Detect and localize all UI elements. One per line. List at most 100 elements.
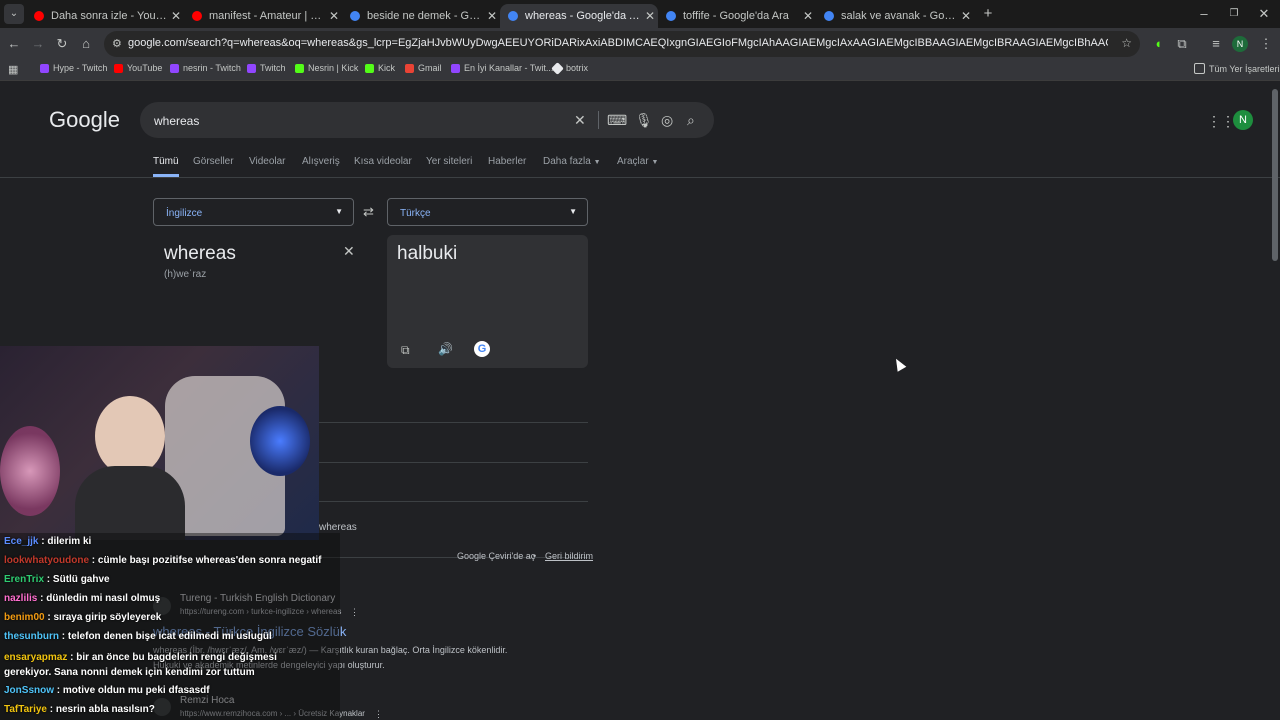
bookmark-item[interactable]: YouTube [114, 63, 162, 73]
source-text-panel[interactable]: whereas (h)weˈraz ✕ [153, 233, 368, 353]
menu-kebab-icon[interactable]: ⋮ [1256, 34, 1276, 54]
chat-message: nazlilis : dünledin mi nasıl olmuş [4, 593, 161, 604]
new-tab-button[interactable]: + [978, 4, 998, 24]
swap-languages-icon[interactable]: ⇄ [363, 204, 374, 220]
window-close-icon[interactable]: ✕ [1254, 4, 1274, 24]
tab-news[interactable]: Haberler [488, 156, 526, 167]
source-word-link[interactable]: whereas [319, 522, 357, 533]
google-apps-icon[interactable]: ⋮⋮ [1207, 113, 1235, 130]
more-options-icon[interactable]: ⋮ [350, 607, 359, 618]
chat-message: ErenTrix : Sütlü gahve [4, 574, 110, 585]
chat-user: JonSsnow [4, 685, 55, 696]
browser-toolbar: ← → ↻ ⌂ ⚙ google.com/search?q=whereas&oq… [0, 28, 1280, 60]
all-bookmarks-button[interactable]: Tüm Yer İşaretleri [1194, 63, 1280, 74]
chat-text: cümle başı pozitifse whereas'den sonra n… [97, 555, 322, 566]
gmail-icon [405, 63, 414, 73]
google-g-icon[interactable]: G [474, 341, 490, 357]
tab-shopping[interactable]: Alışveriş [302, 156, 340, 167]
bookmark-item[interactable]: nesrin - Twitch [170, 63, 241, 73]
phonetic-text: (h)weˈraz [164, 269, 207, 280]
clear-source-icon[interactable]: ✕ [343, 243, 355, 260]
more-options-icon[interactable]: ⋮ [374, 709, 383, 720]
browser-tab[interactable]: Daha sonra izle - YouTube ✕ [26, 4, 184, 28]
restore-icon[interactable]: ❐ [1224, 4, 1244, 24]
kick-icon [295, 63, 304, 73]
open-in-translate-link[interactable]: Google Çeviri'de aç [457, 551, 535, 561]
twitch-icon [40, 63, 49, 73]
home-icon[interactable]: ⌂ [76, 34, 96, 54]
caret-down-icon: ▼ [593, 159, 601, 166]
tab-more[interactable]: Daha fazla ▼ [543, 156, 601, 167]
browser-tab[interactable]: beside ne demek - Google'da Ara✕ [342, 4, 500, 28]
close-icon[interactable]: ✕ [958, 9, 974, 23]
profile-avatar[interactable]: N [1232, 36, 1248, 52]
feedback-link[interactable]: Geri bildirim [545, 551, 593, 561]
browser-tab[interactable]: salak ve avanak - Google'da Ara✕ [816, 4, 974, 28]
tab-tools[interactable]: Araçlar ▼ [617, 156, 658, 167]
search-input[interactable]: whereas [154, 114, 199, 128]
site-info-icon[interactable]: ⚙ [112, 37, 122, 50]
bookmark-star-icon[interactable]: ☆ [1121, 36, 1132, 50]
target-language-select[interactable]: Türkçe ▼ [387, 198, 588, 226]
close-icon[interactable]: ✕ [800, 9, 816, 23]
bookmark-label: botrix [566, 63, 589, 73]
tab-videos[interactable]: Videolar [249, 156, 286, 167]
dot-separator: • [533, 551, 537, 561]
close-icon[interactable]: ✕ [326, 9, 342, 23]
google-favicon-icon [824, 11, 834, 21]
speaker-icon[interactable]: 🔊 [438, 342, 453, 356]
tab-more-label: Daha fazla [543, 156, 591, 167]
source-text[interactable]: whereas [164, 243, 236, 265]
browser-tab[interactable]: toffife - Google'da Ara ✕ [658, 4, 816, 28]
bookmark-item[interactable]: Gmail [405, 63, 442, 73]
keyboard-icon[interactable]: ⌨ [607, 112, 627, 129]
mic-icon[interactable]: 🎙 [635, 112, 653, 129]
search-box[interactable]: whereas ✕ ⌨ 🎙 ◎ ⌕ [140, 102, 714, 138]
tab-images[interactable]: Görseller [193, 156, 234, 167]
chat-text: sıraya girip söyleyerek [53, 612, 162, 623]
url-text[interactable]: google.com/search?q=whereas&oq=whereas&g… [128, 37, 1108, 49]
bookmark-item[interactable]: Nesrin | Kick [295, 63, 358, 73]
google-favicon-icon [508, 11, 518, 21]
bookmark-item[interactable]: botrix [551, 61, 589, 75]
bookmark-label: Gmail [418, 63, 442, 73]
bookmark-label: Hype - Twitch [53, 63, 108, 73]
tab-search-button[interactable]: ⌄ [4, 4, 24, 24]
chat-message: lookwhatyoudone : cümle başı pozitifse w… [4, 555, 322, 566]
browser-tab-active[interactable]: whereas - Google'da Ara ✕ [500, 4, 658, 28]
copy-icon[interactable]: ⧉ [401, 343, 410, 358]
close-icon[interactable]: ✕ [484, 9, 500, 23]
media-controls-icon[interactable]: ≡ [1206, 34, 1226, 54]
chat-user: lookwhatyoudone [4, 555, 89, 566]
chat-user: nazlilis [4, 593, 38, 604]
close-icon[interactable]: ✕ [168, 9, 184, 23]
minimize-icon[interactable]: – [1194, 4, 1214, 24]
bookmark-item[interactable]: Kick [365, 63, 395, 73]
forward-icon[interactable]: → [28, 34, 48, 54]
close-icon[interactable]: ✕ [642, 9, 658, 23]
lens-icon[interactable]: ◎ [661, 112, 673, 129]
search-icon[interactable]: ⌕ [687, 112, 695, 129]
source-language-select[interactable]: İngilizce ▼ [153, 198, 354, 226]
tab-places[interactable]: Yer siteleri [426, 156, 472, 167]
back-icon[interactable]: ← [4, 34, 24, 54]
reload-icon[interactable]: ↻ [52, 34, 72, 54]
audio-playing-icon[interactable]: ◖ [1148, 34, 1168, 54]
page-scrollbar[interactable] [1272, 89, 1278, 261]
account-avatar[interactable]: N [1233, 110, 1253, 130]
bookmark-item[interactable]: Twitch [247, 63, 286, 73]
tab-short-videos[interactable]: Kısa videolar [354, 156, 412, 167]
divider [598, 111, 599, 129]
address-bar[interactable]: ⚙ google.com/search?q=whereas&oq=whereas… [104, 31, 1140, 57]
extensions-icon[interactable]: ⧉ [1172, 34, 1192, 54]
tab-tools-label: Araçlar [617, 156, 649, 167]
google-logo[interactable]: Google [49, 107, 120, 133]
tab-all[interactable]: Tümü [153, 156, 179, 177]
browser-tab[interactable]: manifest - Amateur | Official Mu✕ [184, 4, 342, 28]
tab-title: beside ne demek - Google'da Ara [367, 10, 484, 22]
tab-strip: ⌄ Daha sonra izle - YouTube ✕ manifest - … [0, 0, 1280, 28]
clear-icon[interactable]: ✕ [574, 112, 586, 129]
bookmark-item[interactable]: Hype - Twitch [40, 63, 107, 73]
apps-grid-icon[interactable]: ▦ [8, 63, 18, 76]
bookmark-item[interactable]: En İyi Kanallar - Twit... [451, 63, 553, 73]
